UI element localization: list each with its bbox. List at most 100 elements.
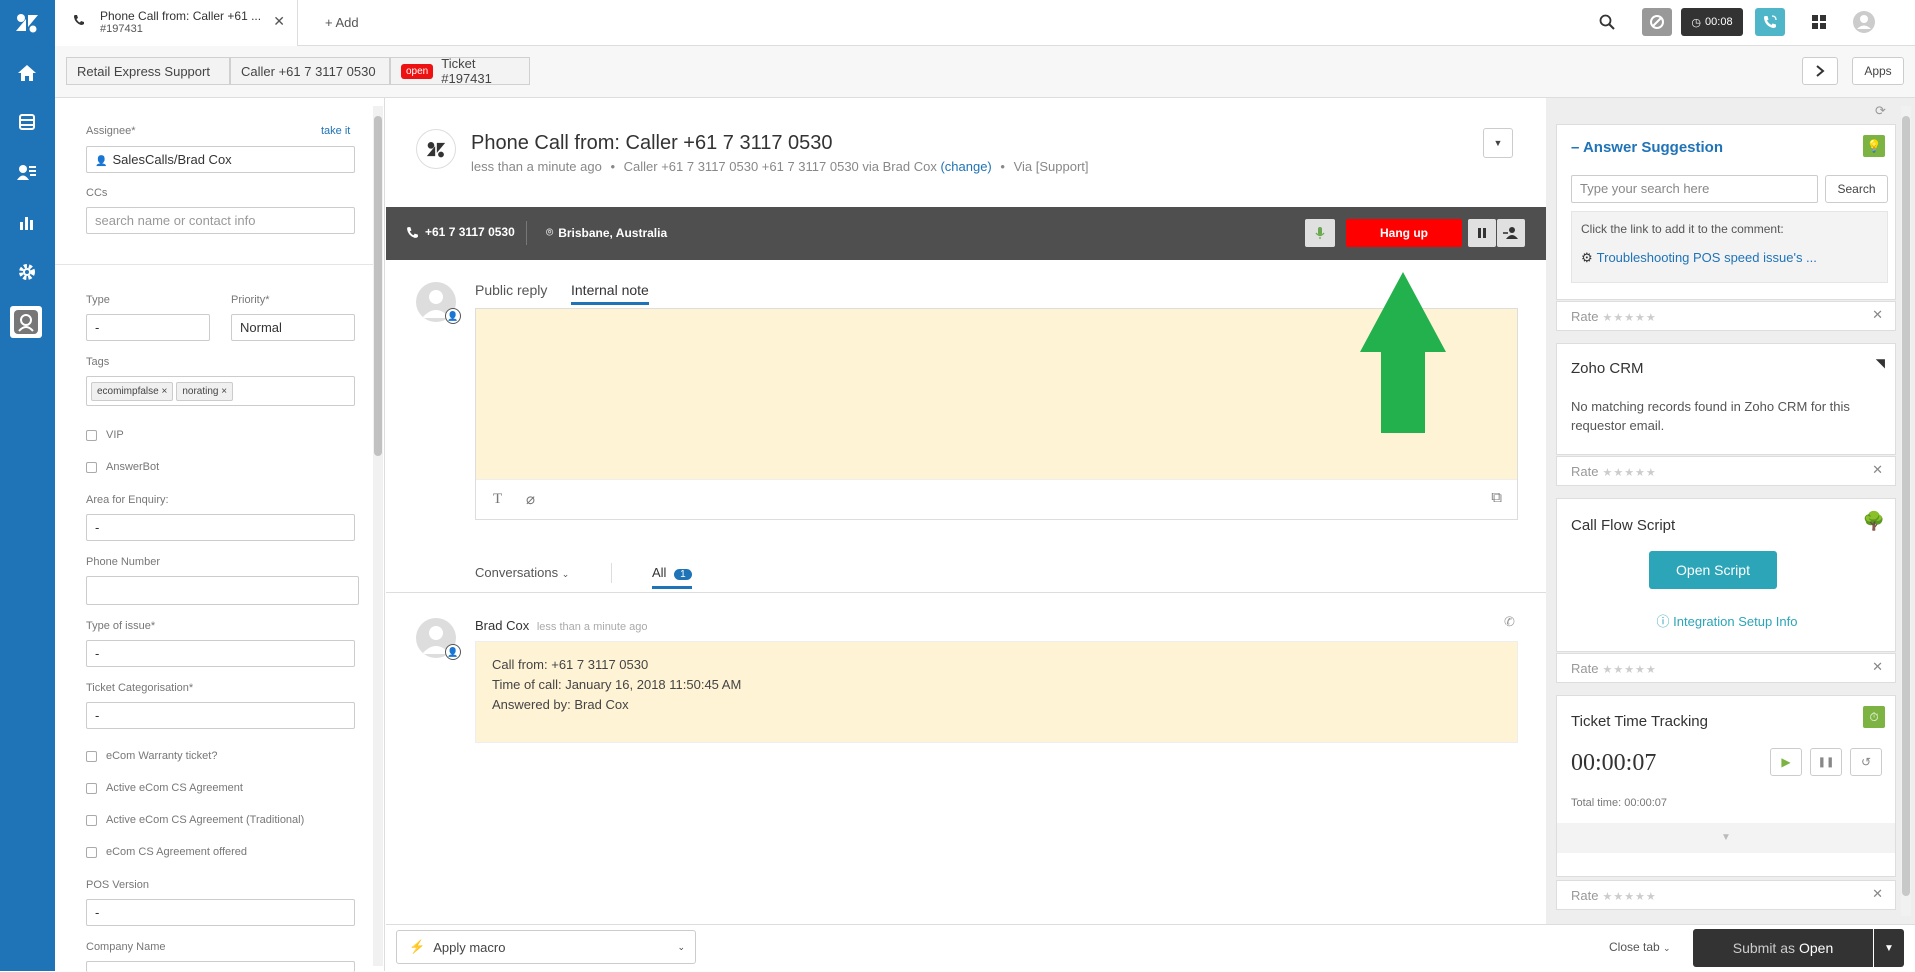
- message-author[interactable]: Brad Cox: [475, 618, 529, 633]
- rate-bar[interactable]: Rate ★★★★★ ✕: [1556, 301, 1896, 331]
- submit-button[interactable]: Submit as Open: [1693, 929, 1873, 967]
- time-tracking-card: Ticket Time Tracking ⏱ 00:00:07 ▶ ❚❚ ↺ T…: [1556, 695, 1896, 877]
- rate-bar[interactable]: Rate ★★★★★ ✕: [1556, 880, 1896, 910]
- apps-button[interactable]: Apps: [1852, 57, 1904, 85]
- active-agreement-trad-checkbox[interactable]: Active eCom CS Agreement (Traditional): [86, 814, 304, 826]
- star-rating-icon[interactable]: ★★★★★: [1602, 664, 1656, 676]
- tag-chip[interactable]: norating ×: [176, 382, 234, 401]
- macro-insert-icon[interactable]: ⧉: [1491, 489, 1502, 506]
- chat-status-icon[interactable]: [1642, 8, 1672, 36]
- submit-options-chevron-icon[interactable]: ▼: [1874, 929, 1904, 967]
- breadcrumb-org[interactable]: Retail Express Support: [66, 57, 230, 85]
- star-rating-icon[interactable]: ★★★★★: [1602, 891, 1656, 903]
- editor-toolbar: T ⌀ ⧉: [476, 479, 1517, 519]
- breadcrumb-ticket[interactable]: open Ticket #197431: [390, 56, 530, 86]
- search-icon[interactable]: [1593, 8, 1621, 36]
- close-icon[interactable]: ✕: [1872, 659, 1883, 675]
- talk-timer[interactable]: ◷ 00:08: [1681, 8, 1743, 36]
- answerbot-checkbox[interactable]: AnswerBot: [86, 461, 159, 473]
- breadcrumb-caller[interactable]: Caller +61 7 3117 0530: [230, 57, 390, 85]
- expand-chevron-icon[interactable]: ▼: [1557, 823, 1895, 853]
- issue-select[interactable]: -: [86, 640, 355, 667]
- zoho-title[interactable]: Zoho CRM: [1571, 360, 1644, 377]
- close-icon[interactable]: ✕: [1872, 307, 1883, 323]
- answer-search-input[interactable]: Type your search here: [1571, 175, 1818, 203]
- remove-tag-icon[interactable]: ×: [161, 386, 167, 397]
- apply-macro-select[interactable]: ⚡ Apply macro ⌄: [396, 930, 696, 964]
- answer-search-button[interactable]: Search: [1825, 175, 1888, 203]
- chevron-right-icon[interactable]: [1802, 57, 1838, 85]
- close-tab-button[interactable]: Close tab ⌄: [1609, 940, 1671, 954]
- ticket-title[interactable]: Phone Call from: Caller +61 7 3117 0530: [471, 132, 833, 155]
- reload-icon[interactable]: ⟳: [1875, 103, 1886, 119]
- person-icon: 👤: [95, 156, 108, 167]
- time-tracking-title[interactable]: Ticket Time Tracking: [1571, 713, 1708, 730]
- play-icon[interactable]: ▶: [1770, 748, 1802, 776]
- attachment-icon[interactable]: ⌀: [526, 490, 535, 508]
- open-script-button[interactable]: Open Script: [1649, 551, 1777, 589]
- conversations-filter[interactable]: Conversations ⌄: [475, 565, 569, 580]
- take-it-link[interactable]: take it: [321, 125, 350, 137]
- zoho-logo-icon: ◥: [1875, 356, 1885, 370]
- change-link[interactable]: (change): [940, 159, 991, 174]
- active-agreement-checkbox[interactable]: Active eCom CS Agreement: [86, 782, 243, 794]
- ticket-options-button[interactable]: ▼: [1483, 128, 1513, 158]
- tab-public-reply[interactable]: Public reply: [475, 282, 547, 298]
- pos-select[interactable]: -: [86, 899, 355, 926]
- warranty-checkbox[interactable]: eCom Warranty ticket?: [86, 750, 217, 762]
- customers-icon[interactable]: [12, 157, 42, 187]
- reporting-icon[interactable]: [12, 207, 42, 237]
- tag-chip[interactable]: ecomimpfalse ×: [91, 382, 174, 401]
- hang-up-button[interactable]: Hang up: [1346, 219, 1462, 247]
- pause-icon[interactable]: ❚❚: [1810, 748, 1842, 776]
- collapse-icon[interactable]: –: [1571, 139, 1579, 156]
- chevron-down-icon: ▼: [1493, 138, 1503, 148]
- microphone-icon[interactable]: [1305, 219, 1335, 247]
- tags-field[interactable]: ecomimpfalse × norating ×: [86, 376, 355, 406]
- type-select[interactable]: -: [86, 314, 210, 341]
- hold-icon[interactable]: [1468, 219, 1496, 247]
- user-avatar-icon[interactable]: [1850, 8, 1878, 36]
- tab-internal-note[interactable]: Internal note: [571, 282, 649, 305]
- star-rating-icon[interactable]: ★★★★★: [1602, 467, 1656, 479]
- zendesk-logo-icon[interactable]: [12, 8, 42, 38]
- zendesk-brand-icon: [416, 129, 456, 169]
- reset-icon[interactable]: ↺: [1850, 748, 1882, 776]
- integration-info-link[interactable]: ⓘ Integration Setup Info: [1557, 611, 1897, 630]
- product-tray-icon[interactable]: [1805, 8, 1833, 36]
- close-icon[interactable]: ✕: [1872, 462, 1883, 478]
- views-icon[interactable]: [12, 107, 42, 137]
- add-tab-button[interactable]: + Add: [325, 15, 359, 30]
- call-flow-title[interactable]: Call Flow Script: [1571, 517, 1675, 534]
- rate-bar[interactable]: Rate ★★★★★ ✕: [1556, 456, 1896, 486]
- area-select[interactable]: -: [86, 514, 355, 541]
- ticket-main: Phone Call from: Caller +61 7 3117 0530 …: [386, 98, 1546, 971]
- remove-tag-icon[interactable]: ×: [221, 386, 227, 397]
- phone-input[interactable]: [86, 576, 359, 605]
- time-value: 00:00:07: [1571, 750, 1657, 776]
- admin-gear-icon[interactable]: [12, 257, 42, 287]
- answer-suggestion-title[interactable]: – Answer Suggestion: [1571, 139, 1723, 156]
- suggestion-link[interactable]: ⚙ Troubleshooting POS speed issue's ...: [1581, 250, 1817, 266]
- company-field[interactable]: [86, 961, 355, 972]
- agreement-offered-checkbox[interactable]: eCom CS Agreement offered: [86, 846, 247, 858]
- tab-all[interactable]: All 1: [652, 565, 692, 589]
- talk-phone-icon[interactable]: [1755, 8, 1785, 36]
- star-rating-icon[interactable]: ★★★★★: [1602, 312, 1656, 324]
- close-icon[interactable]: ✕: [273, 13, 285, 30]
- rate-bar[interactable]: Rate ★★★★★ ✕: [1556, 653, 1896, 683]
- apps-scrollbar[interactable]: [1901, 106, 1911, 916]
- close-icon[interactable]: ✕: [1872, 886, 1883, 902]
- priority-select[interactable]: Normal: [231, 314, 355, 341]
- home-icon[interactable]: [12, 58, 42, 88]
- categorisation-select[interactable]: -: [86, 702, 355, 729]
- assignee-field[interactable]: 👤 SalesCalls/Brad Cox: [86, 146, 355, 173]
- vip-checkbox[interactable]: VIP: [86, 429, 124, 441]
- ticket-tab[interactable]: Phone Call from: Caller +61 ... #197431 …: [55, 0, 298, 46]
- left-scrollbar[interactable]: [373, 106, 383, 966]
- transfer-icon[interactable]: [1497, 219, 1525, 247]
- text-format-icon[interactable]: T: [493, 491, 502, 508]
- ccs-field[interactable]: search name or contact info: [86, 207, 355, 234]
- chevron-down-icon: ⌄: [561, 569, 570, 579]
- talk-app-icon[interactable]: [10, 306, 42, 338]
